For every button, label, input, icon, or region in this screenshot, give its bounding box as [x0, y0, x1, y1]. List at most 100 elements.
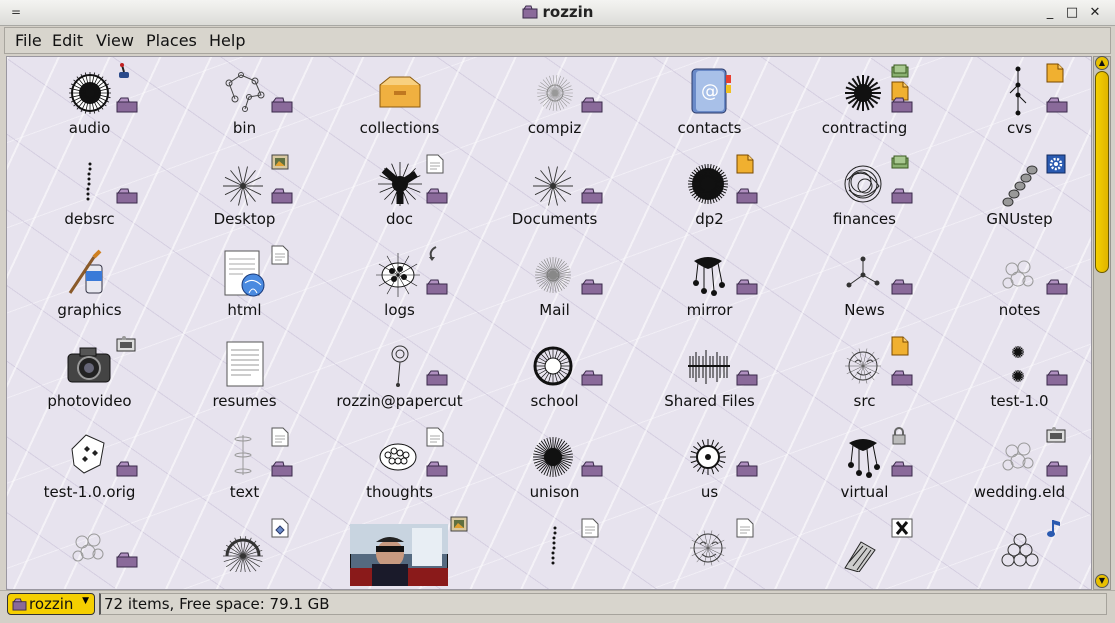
- folder-item[interactable]: resumes: [167, 334, 322, 424]
- scrollbar-thumb[interactable]: [1095, 71, 1109, 273]
- folder-emblem-icon: [891, 461, 913, 481]
- folder-item[interactable]: photovideo: [12, 334, 167, 424]
- folder-item[interactable]: GNUstep: [942, 152, 1091, 242]
- faint-cluster-icon: [994, 429, 1046, 481]
- folder-emblem-icon: [426, 370, 448, 390]
- folder-item[interactable]: [477, 516, 632, 589]
- folder-item[interactable]: debsrc: [12, 152, 167, 242]
- page-emblem-icon: [426, 154, 444, 178]
- folder-item[interactable]: src: [787, 334, 942, 424]
- folder-item[interactable]: audio: [12, 61, 167, 151]
- item-label: test-1.0.orig: [43, 483, 136, 501]
- scroll-up-arrow-icon[interactable]: ▲: [1095, 56, 1109, 70]
- item-label: News: [844, 301, 885, 319]
- item-label: contacts: [677, 119, 742, 137]
- folder-item[interactable]: us: [632, 425, 787, 515]
- folder-item[interactable]: thoughts: [322, 425, 477, 515]
- open-box-icon: [374, 65, 426, 117]
- folder-item[interactable]: school: [477, 334, 632, 424]
- folder-item[interactable]: Mail: [477, 243, 632, 333]
- icon-view[interactable]: audio bin collections compiz @ contacts contra…: [6, 56, 1092, 590]
- menu-view[interactable]: View: [96, 31, 134, 50]
- item-label: wedding.eld: [973, 483, 1066, 501]
- folder-item[interactable]: collections: [322, 61, 477, 151]
- chain-icon: [994, 156, 1046, 208]
- folder-item[interactable]: wedding.eld: [942, 425, 1091, 515]
- folder-item[interactable]: unison: [477, 425, 632, 515]
- item-label: virtual: [840, 483, 889, 501]
- folder-item[interactable]: [942, 516, 1091, 589]
- folder-item[interactable]: virtual: [787, 425, 942, 515]
- folder-item[interactable]: cvs: [942, 61, 1091, 151]
- folder-item[interactable]: [167, 516, 322, 589]
- web-page-icon: [219, 247, 271, 299]
- item-label: cvs: [1007, 119, 1032, 137]
- folder-emblem-icon: [426, 279, 448, 299]
- page-emblem-icon: [271, 245, 289, 269]
- folder-item[interactable]: [632, 516, 787, 589]
- location-button[interactable]: rozzin ▼: [7, 593, 95, 615]
- folder-item[interactable]: doc: [322, 152, 477, 242]
- striped-tube-icon: [839, 520, 891, 573]
- radial-lines-icon: [529, 247, 581, 299]
- folder-item[interactable]: finances: [787, 152, 942, 242]
- folder-item[interactable]: text: [167, 425, 322, 515]
- folder-item[interactable]: html: [167, 243, 322, 333]
- item-label: photovideo: [47, 392, 132, 410]
- folder-item[interactable]: graphics: [12, 243, 167, 333]
- folder-emblem-icon: [736, 370, 758, 390]
- close-button[interactable]: ✕: [1087, 5, 1103, 21]
- folder-item[interactable]: News: [787, 243, 942, 333]
- money-emblem-icon: [891, 63, 909, 82]
- folder-item[interactable]: notes: [942, 243, 1091, 333]
- paint-tube-icon: [64, 247, 116, 299]
- two-stars-icon: [994, 338, 1046, 390]
- folder-emblem-icon: [891, 97, 913, 117]
- folder-item[interactable]: [12, 516, 167, 589]
- folder-item[interactable]: Documents: [477, 152, 632, 242]
- address-book-icon: @: [684, 65, 736, 117]
- menu-file[interactable]: File: [15, 31, 42, 50]
- folder-emblem-icon: [1046, 97, 1068, 117]
- folder-emblem-icon: [116, 188, 138, 208]
- folder-item[interactable]: compiz: [477, 61, 632, 151]
- folder-item[interactable]: Shared Files: [632, 334, 787, 424]
- folder-item[interactable]: test-1.0.orig: [12, 425, 167, 515]
- sketch-face-icon: [684, 520, 736, 572]
- item-label: debsrc: [64, 210, 115, 228]
- menu-places[interactable]: Places: [146, 31, 197, 50]
- ink-drip-icon: [839, 429, 891, 481]
- folder-item[interactable]: contracting: [787, 61, 942, 151]
- menu-help[interactable]: Help: [209, 31, 245, 50]
- item-label: collections: [359, 119, 440, 137]
- vertical-scrollbar[interactable]: ▲ ▼: [1093, 56, 1111, 590]
- dotted-line-icon: [529, 520, 581, 572]
- film-emblem-icon: [116, 336, 136, 358]
- folder-item[interactable]: [322, 516, 477, 589]
- menu-bar: File Edit View Places Help: [4, 27, 1111, 54]
- joystick-emblem-icon: [116, 63, 132, 83]
- urchin-icon: [529, 429, 581, 481]
- folder-emblem-icon: [891, 279, 913, 299]
- folder-emblem-icon: [116, 461, 138, 481]
- folder-item[interactable]: @ contacts: [632, 61, 787, 151]
- folder-item[interactable]: dp2: [632, 152, 787, 242]
- shield-diamonds-icon: [64, 429, 116, 481]
- folder-emblem-icon: [426, 461, 448, 481]
- scroll-down-arrow-icon[interactable]: ▼: [1095, 574, 1109, 588]
- folder-item[interactable]: test-1.0: [942, 334, 1091, 424]
- folder-item[interactable]: logs: [322, 243, 477, 333]
- folder-item[interactable]: bin: [167, 61, 322, 151]
- folder-emblem-icon: [1046, 279, 1068, 299]
- folder-item[interactable]: rozzin@papercut: [322, 334, 477, 424]
- status-text-box: 72 items, Free space: 79.1 GB: [99, 593, 1107, 615]
- menu-edit[interactable]: Edit: [52, 31, 83, 50]
- item-label: test-1.0: [990, 392, 1049, 410]
- folder-item[interactable]: Desktop: [167, 152, 322, 242]
- ring-spikes-icon: [219, 520, 271, 576]
- folder-item[interactable]: mirror: [632, 243, 787, 333]
- folder-item[interactable]: [787, 516, 942, 589]
- item-label: dp2: [695, 210, 724, 228]
- maximize-button[interactable]: □: [1064, 5, 1080, 21]
- minimize-button[interactable]: _: [1042, 5, 1058, 21]
